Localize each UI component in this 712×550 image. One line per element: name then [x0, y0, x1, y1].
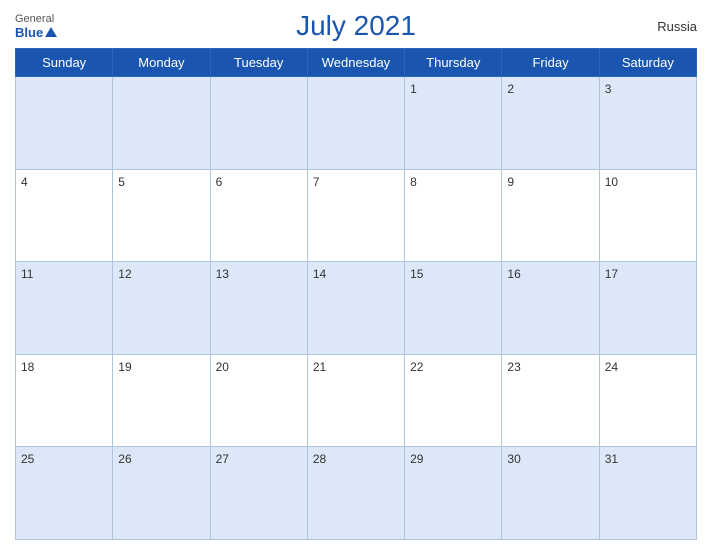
- day-number: 8: [410, 175, 417, 189]
- day-number: 29: [410, 452, 423, 466]
- day-number: 16: [507, 267, 520, 281]
- day-number: 1: [410, 82, 417, 96]
- weekday-header-thursday: Thursday: [405, 49, 502, 77]
- calendar-cell: 6: [210, 169, 307, 262]
- calendar-cell: 15: [405, 262, 502, 355]
- calendar-week-row: 11 12 13 14 15 16 17: [16, 262, 697, 355]
- calendar-cell: 25: [16, 447, 113, 540]
- country-label: Russia: [657, 19, 697, 34]
- calendar-cell: 9: [502, 169, 599, 262]
- day-number: 18: [21, 360, 34, 374]
- calendar-cell: 4: [16, 169, 113, 262]
- calendar-cell: [210, 77, 307, 170]
- logo: General Blue: [15, 13, 57, 40]
- day-number: 14: [313, 267, 326, 281]
- calendar-cell: 21: [307, 354, 404, 447]
- day-number: 19: [118, 360, 131, 374]
- calendar-table: SundayMondayTuesdayWednesdayThursdayFrid…: [15, 48, 697, 540]
- calendar-cell: 10: [599, 169, 696, 262]
- day-number: 21: [313, 360, 326, 374]
- logo-general: General: [15, 13, 54, 25]
- calendar-week-row: 25 26 27 28 29 30 31: [16, 447, 697, 540]
- day-number: 10: [605, 175, 618, 189]
- calendar-cell: 2: [502, 77, 599, 170]
- calendar-cell: 20: [210, 354, 307, 447]
- day-number: 13: [216, 267, 229, 281]
- weekday-header-friday: Friday: [502, 49, 599, 77]
- calendar-week-row: 1 2 3: [16, 77, 697, 170]
- calendar-cell: 7: [307, 169, 404, 262]
- calendar-cell: 24: [599, 354, 696, 447]
- calendar-cell: 22: [405, 354, 502, 447]
- weekday-header-sunday: Sunday: [16, 49, 113, 77]
- day-number: 7: [313, 175, 320, 189]
- day-number: 5: [118, 175, 125, 189]
- calendar-cell: 1: [405, 77, 502, 170]
- day-number: 20: [216, 360, 229, 374]
- day-number: 12: [118, 267, 131, 281]
- calendar-cell: 18: [16, 354, 113, 447]
- day-number: 27: [216, 452, 229, 466]
- calendar-cell: 14: [307, 262, 404, 355]
- logo-triangle-icon: [45, 27, 57, 37]
- day-number: 26: [118, 452, 131, 466]
- day-number: 25: [21, 452, 34, 466]
- calendar-cell: 28: [307, 447, 404, 540]
- day-number: 2: [507, 82, 514, 96]
- calendar-cell: 31: [599, 447, 696, 540]
- weekday-header-monday: Monday: [113, 49, 210, 77]
- day-number: 15: [410, 267, 423, 281]
- day-number: 6: [216, 175, 223, 189]
- day-number: 22: [410, 360, 423, 374]
- calendar-cell: 16: [502, 262, 599, 355]
- day-number: 30: [507, 452, 520, 466]
- calendar-cell: [16, 77, 113, 170]
- calendar-cell: 3: [599, 77, 696, 170]
- calendar-cell: 19: [113, 354, 210, 447]
- calendar-cell: [113, 77, 210, 170]
- logo-blue: Blue: [15, 25, 57, 40]
- calendar-cell: 12: [113, 262, 210, 355]
- day-number: 23: [507, 360, 520, 374]
- calendar-title: July 2021: [296, 10, 416, 42]
- day-number: 28: [313, 452, 326, 466]
- day-number: 11: [21, 267, 33, 281]
- calendar-cell: 8: [405, 169, 502, 262]
- weekday-header-saturday: Saturday: [599, 49, 696, 77]
- calendar-header: General Blue July 2021 Russia: [15, 10, 697, 42]
- day-number: 24: [605, 360, 618, 374]
- calendar-week-row: 4 5 6 7 8 9 10: [16, 169, 697, 262]
- calendar-cell: 11: [16, 262, 113, 355]
- weekday-header-wednesday: Wednesday: [307, 49, 404, 77]
- day-number: 17: [605, 267, 618, 281]
- calendar-cell: 30: [502, 447, 599, 540]
- day-number: 3: [605, 82, 612, 96]
- calendar-cell: 5: [113, 169, 210, 262]
- calendar-cell: 23: [502, 354, 599, 447]
- calendar-cell: 29: [405, 447, 502, 540]
- day-number: 9: [507, 175, 514, 189]
- weekday-header-tuesday: Tuesday: [210, 49, 307, 77]
- weekday-header-row: SundayMondayTuesdayWednesdayThursdayFrid…: [16, 49, 697, 77]
- calendar-cell: [307, 77, 404, 170]
- calendar-cell: 26: [113, 447, 210, 540]
- day-number: 4: [21, 175, 28, 189]
- calendar-week-row: 18 19 20 21 22 23 24: [16, 354, 697, 447]
- calendar-cell: 17: [599, 262, 696, 355]
- calendar-cell: 27: [210, 447, 307, 540]
- calendar-cell: 13: [210, 262, 307, 355]
- day-number: 31: [605, 452, 618, 466]
